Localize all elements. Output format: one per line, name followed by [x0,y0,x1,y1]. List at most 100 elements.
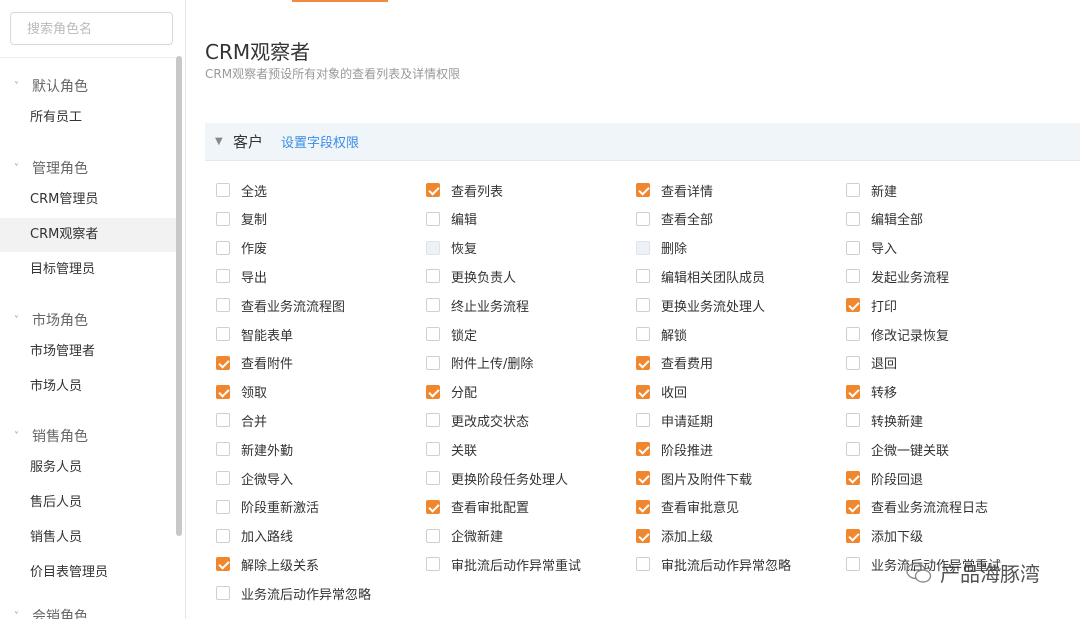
permission-item[interactable]: 退回 [846,353,897,373]
permission-item[interactable]: 查看审批配置 [426,497,529,517]
permission-checkbox[interactable] [636,298,650,313]
permission-checkbox[interactable] [426,183,440,197]
permission-item[interactable]: 转换新建 [846,410,923,430]
permission-item[interactable]: 查看审批意见 [636,497,739,517]
sidebar-item[interactable]: 市场管理者 [0,335,176,369]
sidebar-group-header[interactable]: ˅ 管理角色 [14,158,88,178]
permission-checkbox[interactable] [216,327,230,341]
permission-checkbox[interactable] [426,327,440,341]
permission-checkbox[interactable] [846,557,860,572]
sidebar-item[interactable]: 目标管理员 [0,253,176,287]
permission-checkbox[interactable] [846,211,860,226]
permission-item[interactable]: 添加上级 [636,526,713,546]
field-permission-link[interactable]: 设置字段权限 [281,132,359,151]
permission-checkbox[interactable] [636,269,650,284]
permission-checkbox[interactable] [216,586,230,601]
sidebar-item[interactable]: 销售人员 [0,521,176,555]
permission-item[interactable]: 收回 [636,382,687,402]
permission-item[interactable]: 编辑 [426,209,477,229]
permission-item[interactable]: 阶段推进 [636,439,713,459]
permission-checkbox[interactable] [636,183,650,197]
permission-item[interactable]: 查看业务流流程日志 [846,497,988,517]
sidebar-item[interactable]: 价目表管理员 [0,556,176,590]
permission-item[interactable]: 查看列表 [426,180,503,200]
permission-checkbox[interactable] [426,240,440,255]
permission-item[interactable]: 企微新建 [426,526,503,546]
permission-item[interactable]: 附件上传/删除 [426,353,533,373]
permission-checkbox[interactable] [216,557,230,572]
section-header-customer[interactable]: ▼ 客户 设置字段权限 [205,123,1080,161]
permission-item[interactable]: 关联 [426,439,477,459]
permission-item[interactable]: 合并 [216,410,267,430]
permission-item[interactable]: 图片及附件下载 [636,468,752,488]
sidebar-group-header[interactable]: ˅ 会销角色 [14,606,88,619]
permission-item[interactable]: 审批流后动作异常忽略 [636,554,791,574]
permission-item[interactable]: 查看全部 [636,209,713,229]
permission-item[interactable]: 查看业务流流程图 [216,295,345,315]
permission-checkbox[interactable] [426,355,440,370]
sidebar-group-header[interactable]: ˅ 默认角色 [14,76,88,96]
permission-checkbox[interactable] [846,442,860,457]
permission-item[interactable]: 新建 [846,180,897,200]
sidebar-item[interactable]: 所有员工 [0,101,176,135]
sidebar-item[interactable]: CRM管理员 [0,183,176,217]
permission-checkbox[interactable] [426,269,440,284]
permission-checkbox[interactable] [636,327,650,341]
permission-item[interactable]: 导出 [216,266,267,286]
permission-item[interactable]: 复制 [216,209,267,229]
permission-checkbox[interactable] [846,355,860,370]
permission-checkbox[interactable] [216,298,230,313]
permission-checkbox[interactable] [216,442,230,457]
sidebar-item[interactable]: 售后人员 [0,486,176,520]
permission-item[interactable]: 添加下级 [846,526,923,546]
permission-checkbox[interactable] [636,240,650,255]
permission-checkbox[interactable] [216,269,230,284]
permission-item[interactable]: 更换阶段任务处理人 [426,468,568,488]
permission-item[interactable]: 更换业务流处理人 [636,295,765,315]
permission-item[interactable]: 查看费用 [636,353,713,373]
permission-item[interactable]: 查看附件 [216,353,293,373]
permission-item[interactable]: 解锁 [636,324,687,344]
permission-checkbox[interactable] [426,298,440,313]
permission-item[interactable]: 企微导入 [216,468,293,488]
sidebar-item[interactable]: 服务人员 [0,451,176,485]
permission-item[interactable]: 锁定 [426,324,477,344]
permission-item[interactable]: 智能表单 [216,324,293,344]
permission-checkbox[interactable] [846,413,860,428]
permission-item[interactable]: 新建外勤 [216,439,293,459]
permission-item[interactable]: 删除 [636,238,687,258]
sidebar-group-header[interactable]: ˅ 市场角色 [14,310,88,330]
permission-item[interactable]: 转移 [846,382,897,402]
permission-item[interactable]: 发起业务流程 [846,266,949,286]
permission-checkbox[interactable] [636,384,650,399]
role-search-input[interactable] [10,12,173,45]
permission-item[interactable]: 作废 [216,238,267,258]
permission-checkbox[interactable] [216,355,230,370]
permission-checkbox[interactable] [216,528,230,543]
permission-item[interactable]: 更改成交状态 [426,410,529,430]
permission-checkbox[interactable] [426,384,440,399]
sidebar-group-header[interactable]: ˅ 销售角色 [14,426,88,446]
permission-checkbox[interactable] [636,211,650,226]
permission-checkbox[interactable] [426,442,440,457]
permission-checkbox[interactable] [846,384,860,399]
permission-checkbox[interactable] [636,355,650,370]
permission-checkbox[interactable] [636,413,650,428]
permission-item[interactable]: 企微一键关联 [846,439,949,459]
permission-checkbox[interactable] [846,269,860,284]
permission-checkbox[interactable] [846,528,860,543]
permission-checkbox[interactable] [846,240,860,255]
permission-checkbox[interactable] [636,499,650,514]
permission-item[interactable]: 领取 [216,382,267,402]
permission-item[interactable]: 打印 [846,295,897,315]
permission-checkbox[interactable] [636,471,650,485]
permission-checkbox[interactable] [216,499,230,514]
permission-item[interactable]: 修改记录恢复 [846,324,949,344]
permission-item[interactable]: 终止业务流程 [426,295,529,315]
permission-item[interactable]: 恢复 [426,238,477,258]
permission-checkbox[interactable] [216,183,230,197]
permission-item[interactable]: 编辑相关团队成员 [636,266,765,286]
sidebar-scrollbar[interactable] [176,56,182,536]
permission-checkbox[interactable] [846,298,860,313]
permission-checkbox[interactable] [216,471,230,485]
